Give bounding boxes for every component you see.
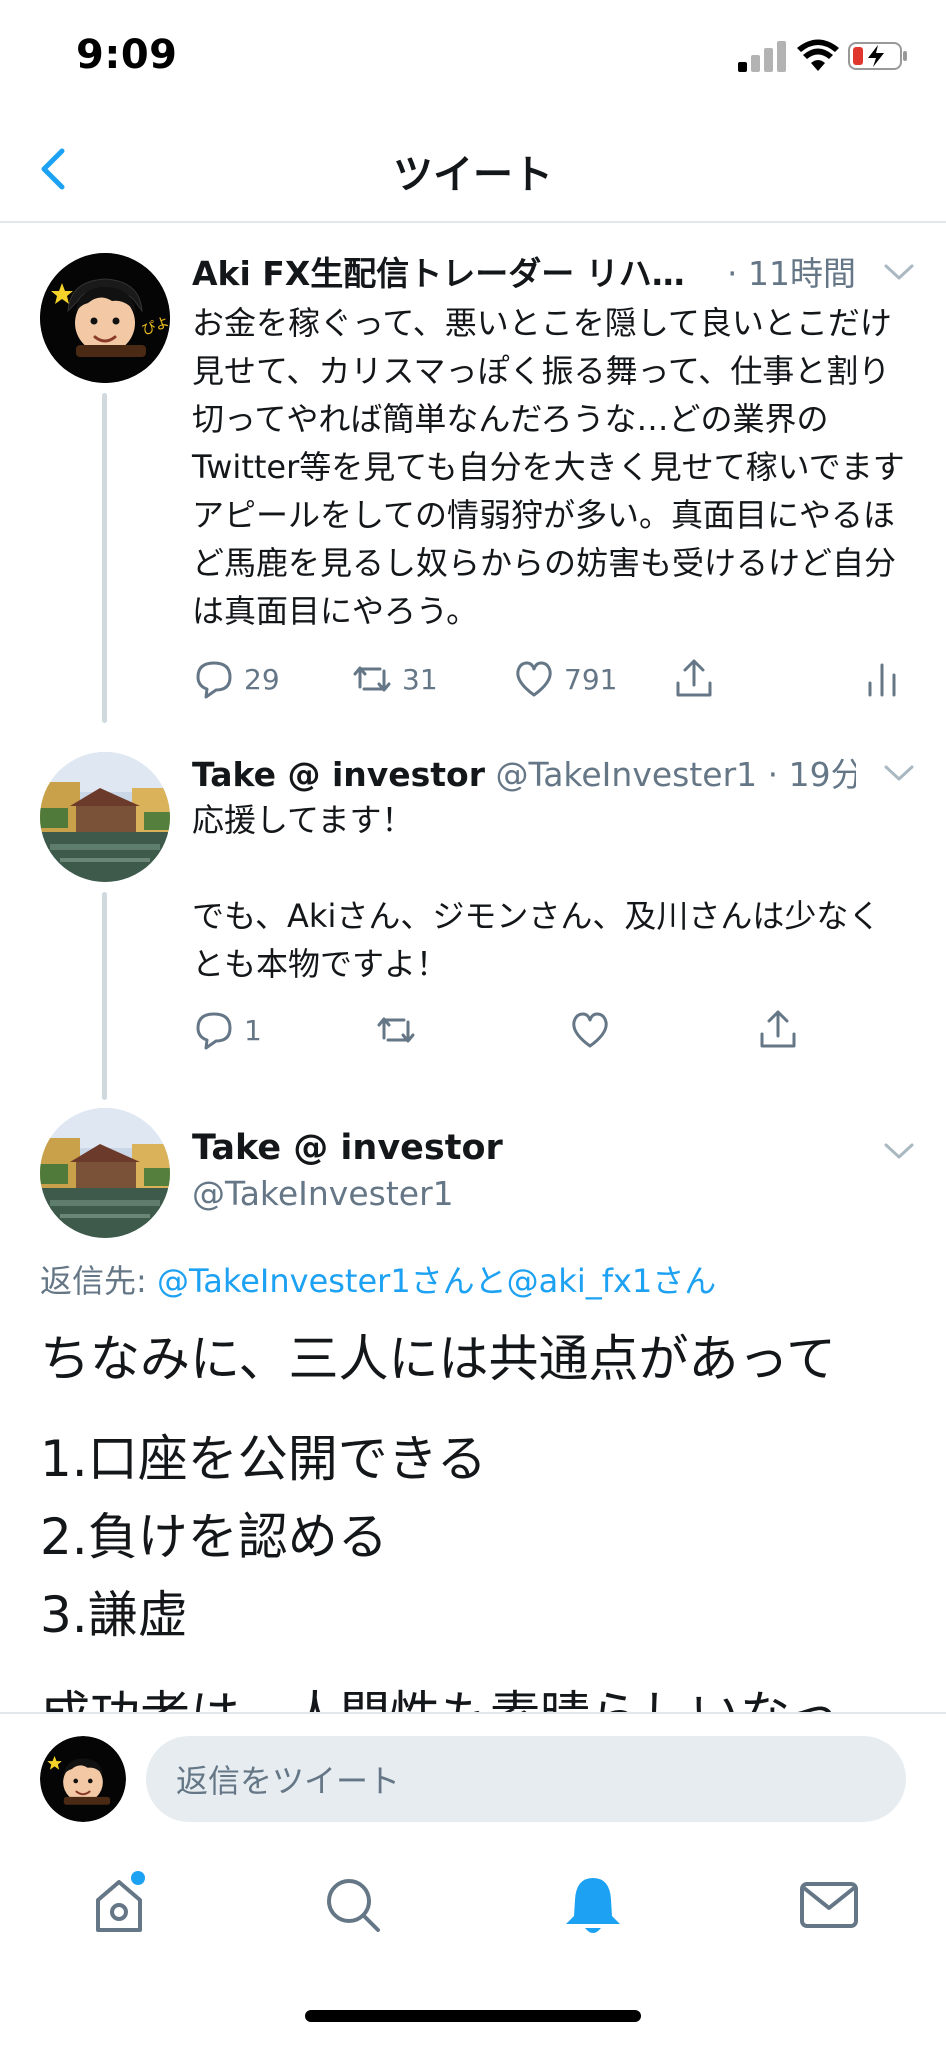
detail-paragraph: 成功者は、人間性も素晴らしいなっ xyxy=(40,1676,916,1712)
reply-count: 29 xyxy=(244,662,280,696)
notifications-bell-icon[interactable] xyxy=(558,1870,628,1940)
user-avatar[interactable] xyxy=(40,1108,170,1238)
like-button[interactable] xyxy=(568,1002,612,1058)
navigation-header: ツイート xyxy=(0,115,946,223)
reply-bar: 返信をツイート xyxy=(0,1712,946,1852)
page-title: ツイート xyxy=(393,152,553,198)
tab-bar xyxy=(0,1852,946,2048)
detail-paragraph: 1.口座を公開できる 2.負けを認める 3.謙虚 xyxy=(40,1430,487,1644)
cellular-signal-icon xyxy=(738,40,786,72)
tweet-time: · 11時間 xyxy=(719,247,856,295)
cartoon-avatar-image: ぴよ xyxy=(40,253,170,383)
user-avatar[interactable]: ぴよ xyxy=(40,253,170,383)
share-icon xyxy=(676,659,712,697)
tweet-time: · 19分 xyxy=(767,755,856,794)
bar-chart-icon xyxy=(868,663,896,697)
bridge-photo-image xyxy=(40,1108,170,1238)
reply-button[interactable]: 1 xyxy=(192,1002,262,1058)
cartoon-avatar-image xyxy=(40,1736,126,1822)
thread-line xyxy=(102,892,107,1100)
search-icon[interactable] xyxy=(318,1870,388,1940)
tweet-text: お金を稼ぐって、悪いとこを隠して良いとこだけ見せて、カリスマっぽく振る舞って、仕… xyxy=(192,304,905,630)
battery-low-charging-icon xyxy=(848,42,907,70)
share-button[interactable] xyxy=(756,1002,800,1058)
home-indicator[interactable] xyxy=(305,2010,641,2022)
reply-to-mentions[interactable]: @TakeInvester1さんと@aki_fx1さん xyxy=(157,1262,716,1300)
chevron-down-icon[interactable] xyxy=(882,1140,916,1162)
reply-input[interactable]: 返信をツイート xyxy=(146,1736,906,1822)
like-button[interactable]: 791 xyxy=(512,651,617,707)
user-handle[interactable]: @TakeInvester1 xyxy=(496,755,758,794)
retweet-button[interactable] xyxy=(374,1002,418,1058)
share-icon xyxy=(760,1010,796,1048)
retweet-icon xyxy=(353,666,391,692)
analytics-button[interactable] xyxy=(860,651,904,707)
tweet-header: Aki FX生配信トレーダー リハ… · 11時間 xyxy=(192,247,856,295)
tweet-header: Take @ investor @TakeInvester1 · 19分 xyxy=(192,748,856,796)
heart-icon xyxy=(572,1012,608,1048)
thread-line xyxy=(102,393,107,723)
chevron-down-icon[interactable] xyxy=(882,762,916,784)
detail-tweet-text: ちなみに、三人には共通点があって 1.口座を公開できる 2.負けを認める 3.謙… xyxy=(40,1320,916,1712)
retweet-button[interactable]: 31 xyxy=(350,651,438,707)
reply-count: 1 xyxy=(244,1013,262,1047)
status-bar: 9:09 xyxy=(0,0,946,115)
tweet-actions: 29 31 791 xyxy=(192,651,916,707)
reply-to-label: 返信先: xyxy=(40,1262,157,1300)
heart-icon xyxy=(516,661,552,697)
tweet-item[interactable]: ぴよ Aki FX生配信トレーダー リハ… · 11時間 お金を稼ぐって、悪いと… xyxy=(0,225,946,725)
wifi-icon xyxy=(797,39,839,71)
user-handle[interactable]: @TakeInvester1 xyxy=(192,1174,454,1213)
user-name[interactable]: Take @ investor xyxy=(192,755,485,794)
my-avatar[interactable] xyxy=(40,1736,126,1822)
messages-envelope-icon[interactable] xyxy=(794,1870,864,1940)
home-icon[interactable] xyxy=(84,1870,154,1940)
like-count: 791 xyxy=(564,662,618,696)
tweet-item[interactable]: Take @ investor @TakeInvester1 · 19分 応援し… xyxy=(0,730,946,1100)
tweet-actions: 1 xyxy=(192,1002,916,1058)
reply-to-line: 返信先: @TakeInvester1さんと@aki_fx1さん xyxy=(40,1256,716,1302)
retweet-count: 31 xyxy=(402,662,438,696)
retweet-icon xyxy=(377,1017,415,1043)
detail-paragraph: ちなみに、三人には共通点があって xyxy=(40,1330,836,1388)
bridge-photo-image xyxy=(40,752,170,882)
chevron-down-icon[interactable] xyxy=(882,261,916,283)
user-avatar[interactable] xyxy=(40,752,170,882)
tweet-text: 応援してます！ でも、Akiさん、ジモンさん、及川さんは少なくとも本物ですよ！ xyxy=(192,801,881,983)
speech-bubble-icon xyxy=(196,661,232,699)
reply-button[interactable]: 29 xyxy=(192,651,280,707)
detail-text-clip: ちなみに、三人には共通点があって 1.口座を公開できる 2.負けを認める 3.謙… xyxy=(0,1320,946,1712)
speech-bubble-icon xyxy=(196,1012,232,1050)
user-name[interactable]: Take @ investor xyxy=(192,1128,503,1168)
user-name[interactable]: Aki FX生配信トレーダー リハ… xyxy=(192,254,685,293)
share-button[interactable] xyxy=(672,651,716,707)
status-time: 9:09 xyxy=(76,32,178,78)
